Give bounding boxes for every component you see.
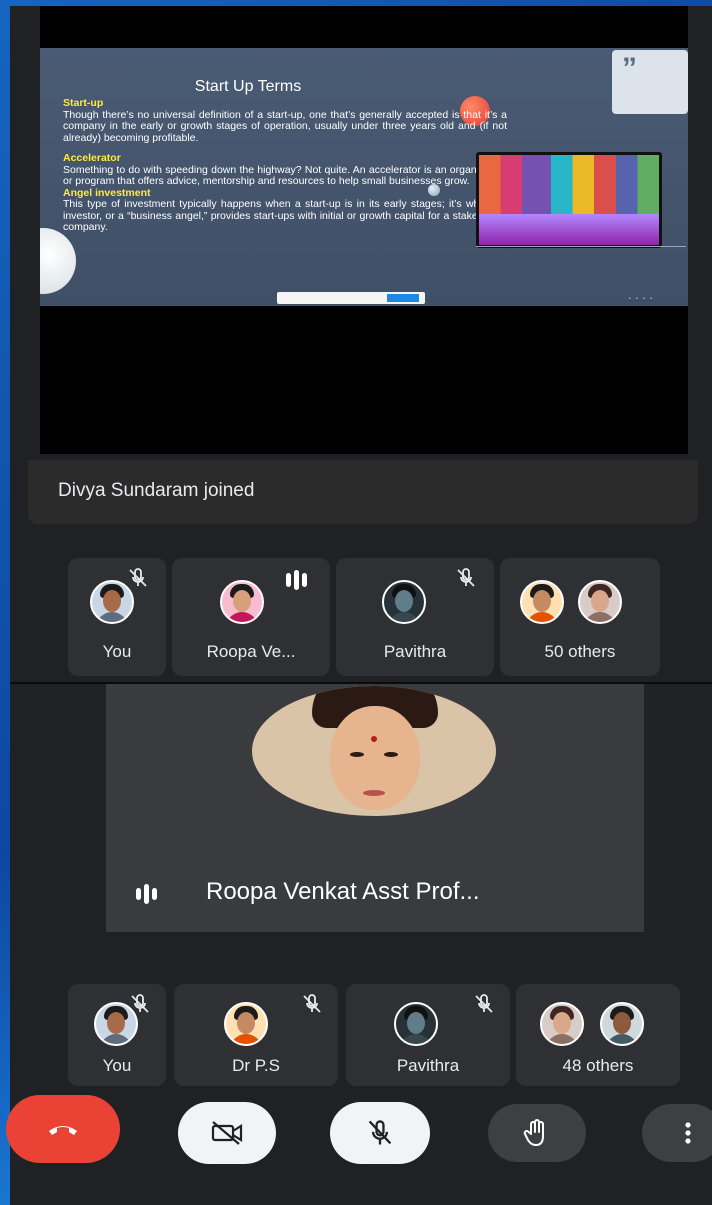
- mic-off-icon: [131, 994, 149, 1013]
- avatar: [224, 1002, 268, 1046]
- participant-name: 50 others: [544, 642, 616, 661]
- avatar: [394, 1002, 438, 1046]
- more-vert-icon: [685, 1122, 691, 1144]
- slide-text-startup: Though there’s no universal definition o…: [63, 108, 507, 144]
- camera-toggle-button[interactable]: [178, 1102, 276, 1164]
- avatar: [600, 1002, 644, 1046]
- participant-tile-others[interactable]: 48 others: [516, 984, 680, 1086]
- active-speaker-tile[interactable]: Roopa Venkat Asst Prof...: [106, 684, 644, 932]
- mic-off-icon: [475, 994, 493, 1013]
- avatar: [540, 1002, 584, 1046]
- join-notification: Divya Sundaram joined: [28, 460, 698, 524]
- participant-name: 48 others: [562, 1056, 634, 1075]
- participant-name: Dr P.S: [232, 1056, 280, 1075]
- slide-image: [476, 152, 662, 248]
- participant-tile-pavithra[interactable]: Pavithra: [336, 558, 494, 676]
- slide-heading-startup: Start-up: [63, 97, 104, 109]
- mic-off-icon: [303, 994, 321, 1013]
- avatar: [220, 580, 264, 624]
- participant-tile-dr-ps[interactable]: Dr P.S: [174, 984, 338, 1086]
- mic-off-icon: [129, 568, 147, 587]
- mic-off-icon: [368, 1120, 392, 1145]
- participant-tile-others[interactable]: 50 others: [500, 558, 660, 676]
- stop-sharing-button[interactable]: [387, 294, 419, 302]
- mic-off-icon: [457, 568, 475, 587]
- slide-text-accelerator: Something to do with speeding down the h…: [63, 163, 507, 187]
- hand-icon: [523, 1119, 544, 1146]
- avatar: [382, 580, 426, 624]
- speaking-icon: [136, 884, 157, 904]
- participant-name: Roopa Ve...: [206, 642, 296, 661]
- more-options-button[interactable]: [642, 1104, 712, 1162]
- participant-name: You: [102, 642, 132, 661]
- slide-heading-accelerator: Accelerator: [63, 152, 121, 164]
- participant-name: You: [102, 1056, 132, 1075]
- mic-toggle-button[interactable]: [330, 1102, 430, 1164]
- participant-tile-you[interactable]: You: [68, 984, 166, 1086]
- slide-pager: • • • •: [628, 296, 654, 302]
- participant-name: Pavithra: [383, 642, 447, 661]
- presentation-slide: ” Start Up Terms Start-up Though there’s…: [40, 48, 688, 306]
- meeting-window: ” Start Up Terms Start-up Though there’s…: [10, 6, 712, 1205]
- join-notification-text: Divya Sundaram joined: [58, 480, 255, 501]
- camera-off-icon: [211, 1121, 243, 1145]
- speaking-icon: [286, 570, 307, 590]
- avatar: [578, 580, 622, 624]
- sharing-indicator-bar[interactable]: [277, 292, 425, 304]
- participant-tile-roopa[interactable]: Roopa Ve...: [172, 558, 330, 676]
- quote-icon: ”: [612, 50, 688, 114]
- participant-name: Pavithra: [396, 1056, 460, 1075]
- presentation-view: ” Start Up Terms Start-up Though there’s…: [10, 6, 712, 684]
- slide-body: Start-up Though there’s no universal def…: [63, 97, 507, 234]
- phone-hangup-icon: [49, 1126, 77, 1135]
- participant-tile-you[interactable]: You: [68, 558, 166, 676]
- slide-title: Start Up Terms: [194, 78, 302, 95]
- end-call-button[interactable]: [6, 1095, 120, 1163]
- shared-screen[interactable]: ” Start Up Terms Start-up Though there’s…: [40, 6, 688, 454]
- avatar: [520, 580, 564, 624]
- active-speaker-name: Roopa Venkat Asst Prof...: [206, 878, 480, 905]
- participant-tile-pavithra[interactable]: Pavithra: [346, 984, 510, 1086]
- white-orb-decoration: [40, 228, 76, 294]
- slide-text-angel-investment: This type of investment typically happen…: [63, 198, 507, 233]
- raise-hand-button[interactable]: [488, 1104, 586, 1162]
- slide-divider: [476, 246, 686, 247]
- speaker-avatar: [252, 686, 496, 816]
